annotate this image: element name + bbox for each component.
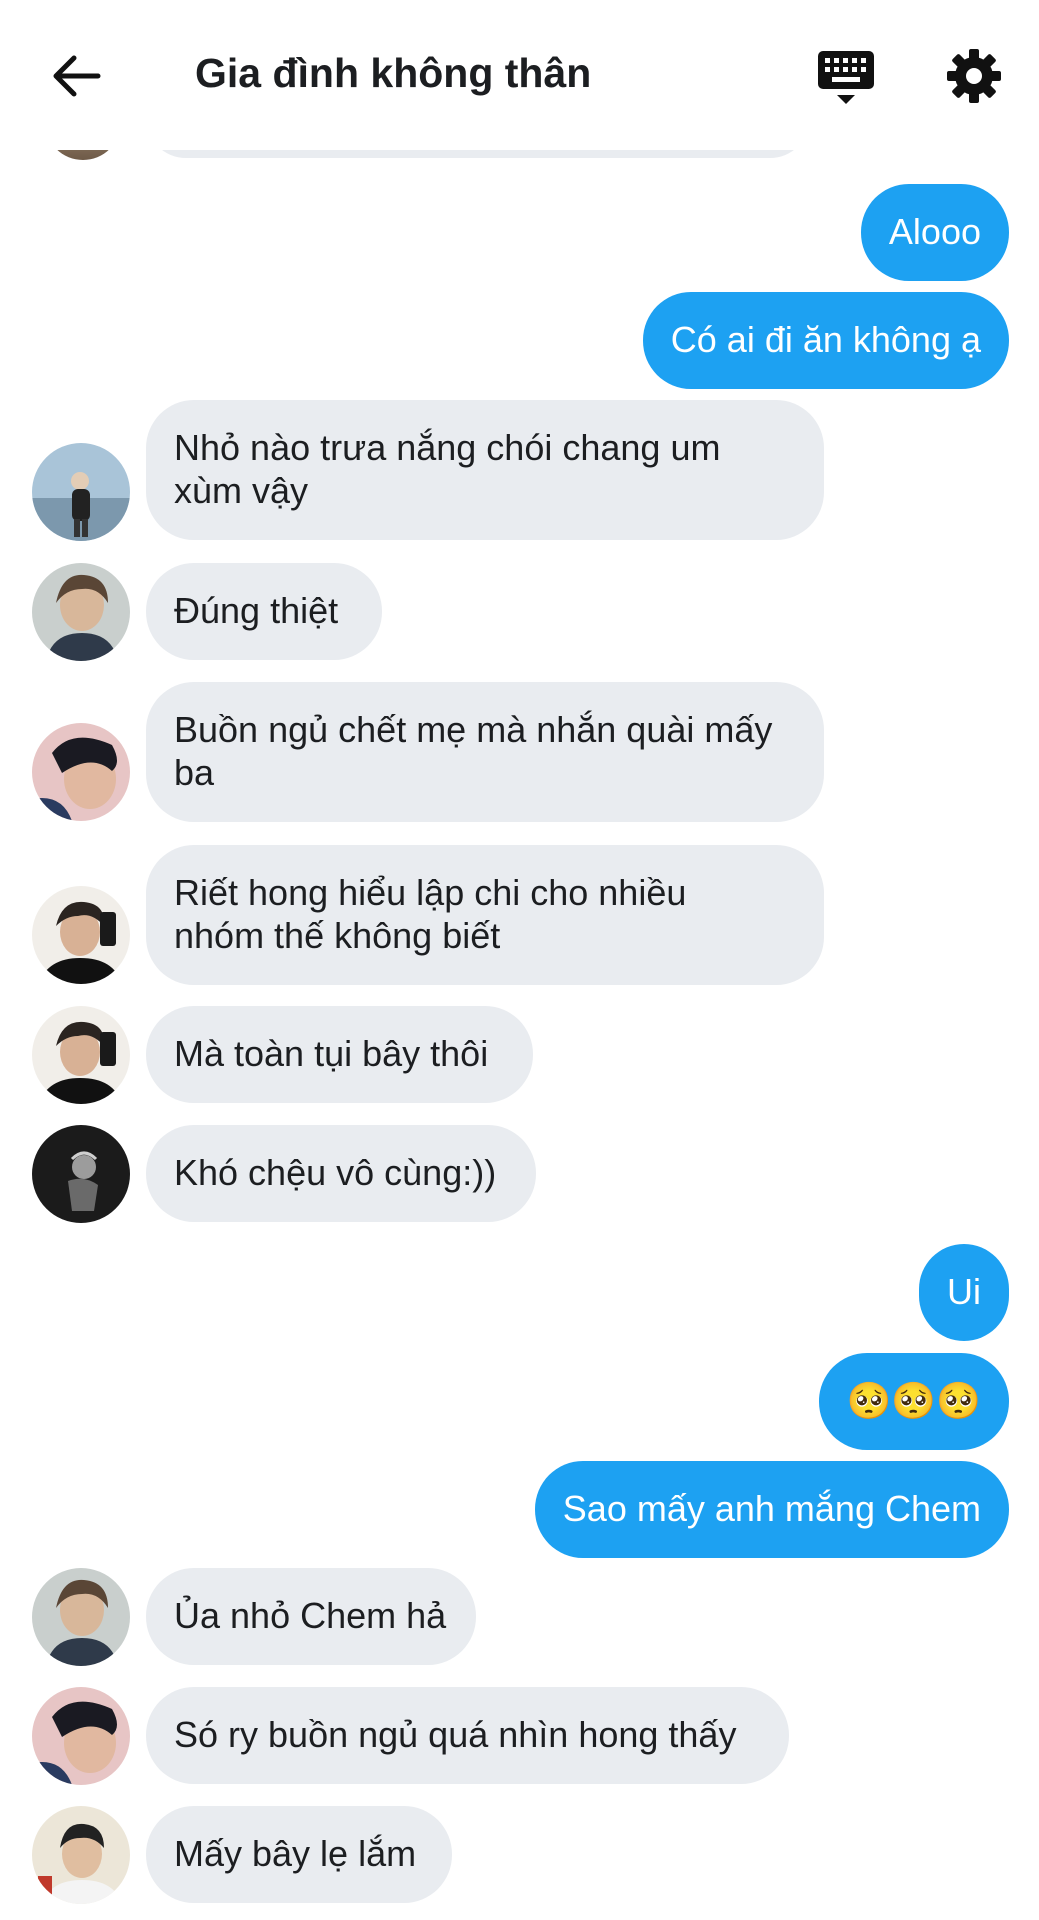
chat-header: Gia đình không thân bbox=[0, 0, 1039, 150]
outgoing-message[interactable]: Sao mấy anh mắng Chem bbox=[534, 1461, 1009, 1558]
outgoing-message[interactable]: Có ai đi ăn không ạ bbox=[642, 292, 1009, 389]
incoming-message[interactable]: Só ry buồn ngủ quá nhìn hong thấy bbox=[146, 1687, 789, 1784]
avatar[interactable] bbox=[32, 1568, 130, 1666]
incoming-message[interactable]: Nhỏ nào trưa nắng chói chang um xùm vậy bbox=[146, 400, 824, 540]
outgoing-message[interactable]: 🥺🥺🥺 bbox=[818, 1353, 1009, 1450]
incoming-message[interactable]: Đúng thiệt bbox=[146, 563, 382, 660]
incoming-message[interactable]: Buồn ngủ chết mẹ mà nhắn quài mấy ba bbox=[146, 682, 824, 822]
incoming-message[interactable]: Mà toàn tụi bây thôi bbox=[146, 1006, 533, 1103]
incoming-message[interactable]: Mấy bây lẹ lắm bbox=[146, 1806, 452, 1903]
chat-title: Gia đình không thân bbox=[195, 50, 592, 96]
outgoing-message[interactable]: Ui bbox=[919, 1244, 1009, 1341]
keyboard-icon bbox=[818, 51, 874, 104]
arrow-left-icon bbox=[53, 55, 101, 97]
avatar[interactable] bbox=[32, 563, 130, 661]
avatar[interactable] bbox=[32, 1125, 130, 1223]
gear-icon bbox=[947, 49, 1001, 103]
avatar[interactable] bbox=[32, 1687, 130, 1785]
avatar[interactable] bbox=[32, 443, 130, 541]
incoming-message[interactable]: Khó chệu vô cùng:)) bbox=[146, 1125, 536, 1222]
incoming-message[interactable]: Ủa nhỏ Chem hả bbox=[146, 1568, 476, 1665]
avatar[interactable] bbox=[32, 1806, 130, 1904]
settings-button[interactable] bbox=[946, 48, 1002, 104]
incoming-message[interactable]: Riết hong hiểu lập chi cho nhiều nhóm th… bbox=[146, 845, 824, 985]
back-button[interactable] bbox=[48, 52, 104, 100]
avatar[interactable] bbox=[32, 886, 130, 984]
outgoing-message[interactable]: Alooo bbox=[860, 184, 1009, 281]
avatar[interactable] bbox=[32, 1006, 130, 1104]
keyboard-button[interactable] bbox=[817, 48, 875, 108]
avatar[interactable] bbox=[32, 723, 130, 821]
